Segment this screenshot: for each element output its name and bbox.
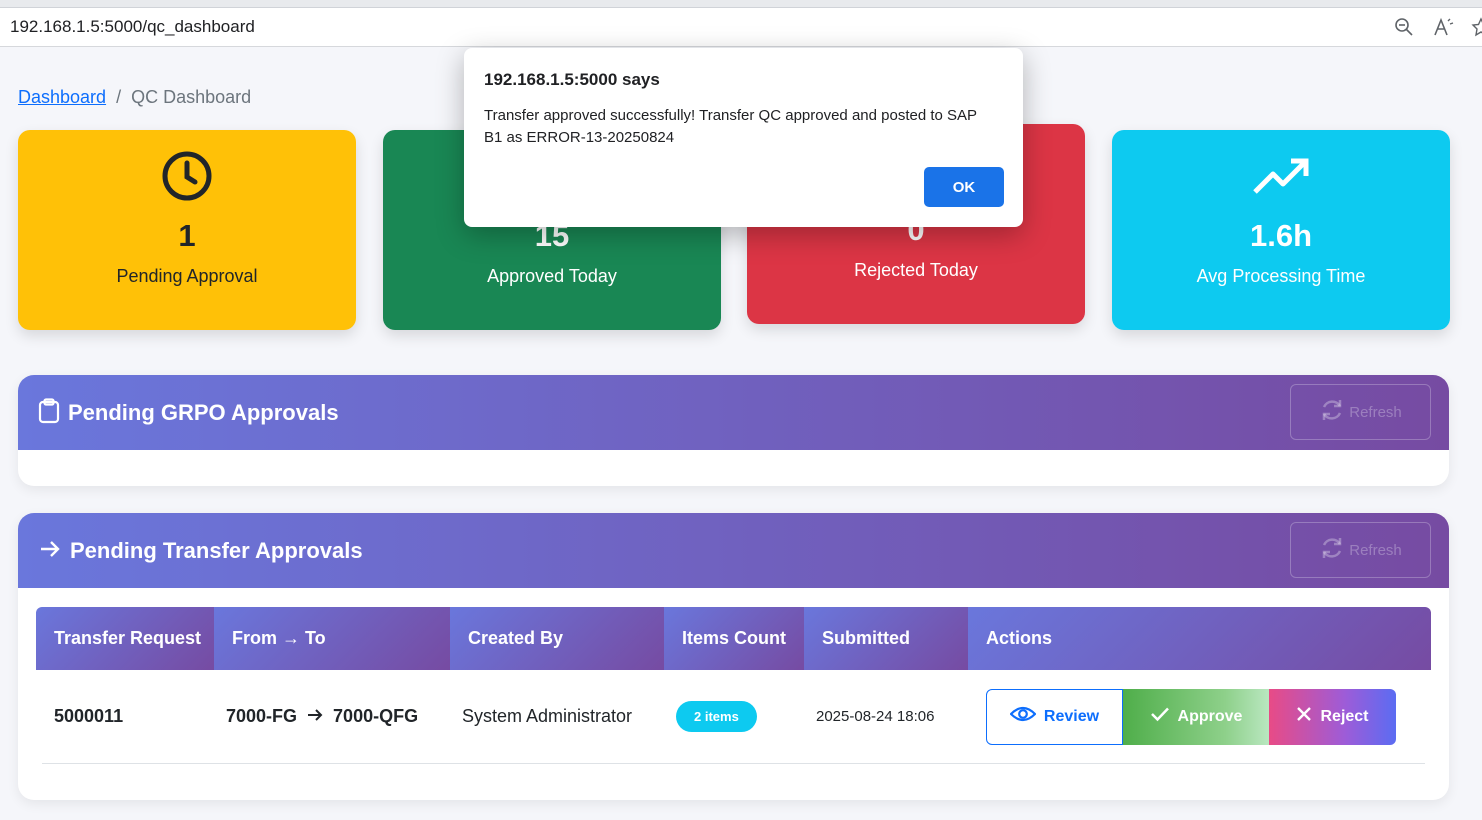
table-row: 5000011 7000-FG 7000-QFG System Administ… [42, 670, 1425, 764]
avg-processing-time-card: 1.6h Avg Processing Time [1112, 130, 1450, 330]
pending-approval-label: Pending Approval [116, 266, 258, 286]
address-bar[interactable]: 192.168.1.5:5000/qc_dashboard [0, 8, 1482, 47]
items-count-badge: 2 items [676, 701, 757, 732]
browser-tab-strip [0, 0, 1482, 8]
grpo-panel-title: Pending GRPO Approvals [68, 399, 339, 425]
column-header-transfer-request[interactable]: Transfer Request [36, 607, 214, 670]
grpo-refresh-button[interactable]: Refresh [1290, 384, 1431, 440]
table-header: Transfer Request From → To Created By It… [36, 607, 1431, 670]
pending-approval-value: 1 [178, 218, 196, 253]
transfer-refresh-button[interactable]: Refresh [1290, 522, 1431, 578]
dialog-title: 192.168.1.5:5000 says [484, 70, 660, 89]
grpo-approvals-panel: Pending GRPO Approvals Refresh [18, 375, 1449, 486]
column-header-actions: Actions [968, 607, 1431, 670]
transfer-refresh-label: Refresh [1349, 541, 1402, 559]
transfer-approvals-panel: Pending Transfer Approvals Refresh Trans… [18, 513, 1449, 800]
column-header-from-to[interactable]: From → To [214, 607, 450, 670]
review-button[interactable]: Review [986, 688, 1123, 745]
breadcrumb-current: QC Dashboard [131, 87, 252, 107]
grpo-panel-header: Pending GRPO Approvals Refresh [18, 375, 1449, 450]
column-header-submitted[interactable]: Submitted [804, 607, 968, 670]
read-aloud-icon[interactable] [1431, 14, 1457, 40]
alert-dialog: 192.168.1.5:5000 says Transfer approved … [464, 48, 1023, 227]
dialog-ok-button[interactable]: OK [924, 167, 1004, 207]
breadcrumb-separator: / [116, 87, 122, 107]
url-text[interactable]: 192.168.1.5:5000/qc_dashboard [10, 17, 255, 37]
arrow-right-icon [38, 537, 62, 565]
trending-up-icon [1253, 150, 1309, 202]
reject-label: Reject [1320, 707, 1369, 725]
approved-today-label: Approved Today [487, 266, 617, 286]
approve-button[interactable]: Approve [1123, 688, 1269, 745]
column-header-items-count[interactable]: Items Count [664, 607, 804, 670]
to-warehouse: 7000-QFG [333, 706, 419, 726]
favorite-star-icon[interactable] [1468, 14, 1482, 40]
created-by-cell: System Administrator [462, 706, 633, 726]
dialog-message: Transfer approved successfully! Transfer… [484, 107, 977, 146]
review-label: Review [1043, 707, 1100, 725]
zoom-out-icon[interactable] [1391, 14, 1417, 40]
avg-processing-time-value: 1.6h [1249, 218, 1313, 253]
from-warehouse: 7000-FG [226, 706, 298, 726]
transfer-table: Transfer Request From → To Created By It… [36, 607, 1431, 764]
items-count-cell: 2 items [664, 701, 804, 732]
transfer-request-cell: 5000011 [54, 706, 124, 726]
clock-icon [161, 150, 213, 202]
transfer-panel-title: Pending Transfer Approvals [70, 537, 363, 563]
grpo-refresh-label: Refresh [1349, 403, 1402, 421]
check-icon [1150, 706, 1170, 727]
refresh-icon [1319, 535, 1345, 565]
breadcrumb-dashboard-link[interactable]: Dashboard [18, 87, 106, 108]
refresh-icon [1319, 397, 1345, 427]
avg-processing-time-label: Avg Processing Time [1196, 266, 1366, 286]
pending-approval-card: 1 Pending Approval [18, 130, 356, 330]
approve-label: Approve [1177, 707, 1243, 725]
eye-icon [1009, 705, 1037, 728]
rejected-today-label: Rejected Today [854, 260, 978, 280]
from-to-cell: 7000-FG 7000-QFG [214, 706, 450, 727]
reject-button[interactable]: Reject [1269, 688, 1396, 745]
column-header-created-by[interactable]: Created By [450, 607, 664, 670]
actions-cell: Review Approve Reject [968, 688, 1425, 745]
arrow-right-icon [307, 706, 323, 727]
submitted-cell: 2025-08-24 18:06 [816, 708, 935, 725]
transfer-panel-header: Pending Transfer Approvals Refresh [18, 513, 1449, 588]
breadcrumb: Dashboard / QC Dashboard [18, 87, 251, 108]
clipboard-icon [38, 397, 60, 428]
x-icon [1296, 706, 1312, 727]
